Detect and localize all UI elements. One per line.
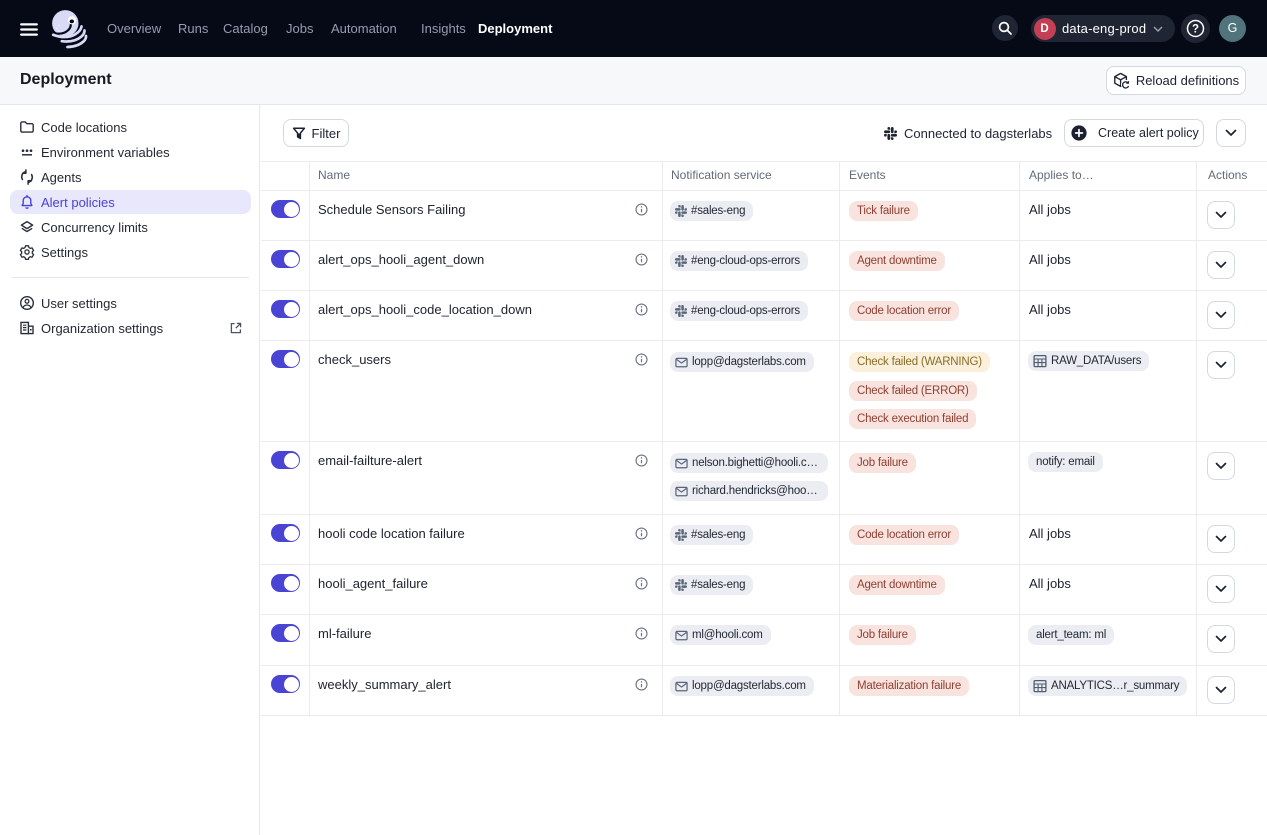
svg-text:?: ? bbox=[1192, 24, 1199, 36]
